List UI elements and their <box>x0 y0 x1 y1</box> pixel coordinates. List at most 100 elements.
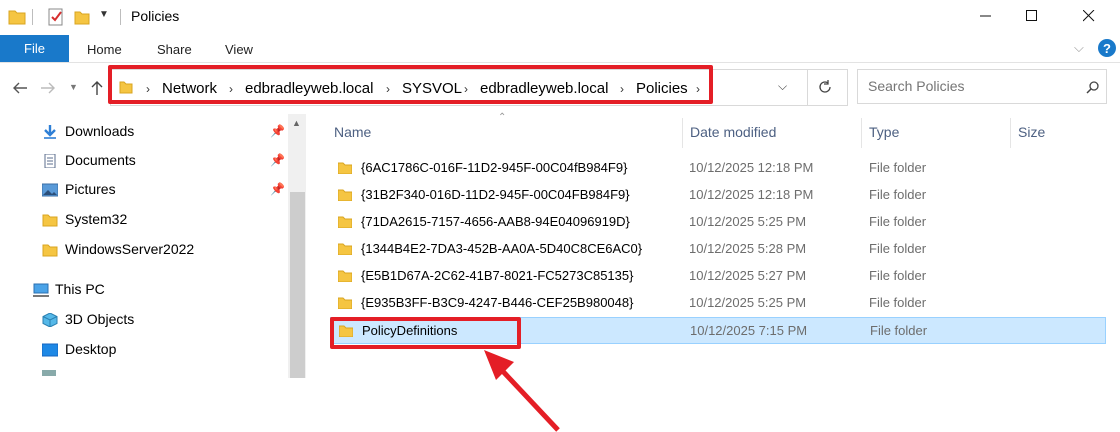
back-arrow-icon[interactable] <box>12 82 28 94</box>
sidebar-item-label: Pictures <box>65 181 116 197</box>
cube-icon <box>42 313 58 327</box>
file-type: File folder <box>869 160 927 175</box>
sidebar-scrollbar-thumb[interactable] <box>290 192 305 378</box>
table-row[interactable]: {6AC1786C-016F-11D2-945F-00C04fB984F9} 1… <box>330 155 1106 182</box>
ribbon: File Home Share View ⌵ ? <box>0 34 1120 63</box>
sidebar-item-desktop[interactable]: Desktop <box>0 336 286 364</box>
table-row[interactable]: {E5B1D67A-2C62-41B7-8021-FC5273C85135} 1… <box>330 263 1106 290</box>
file-type: File folder <box>870 323 928 338</box>
tab-view[interactable]: View <box>225 42 253 57</box>
pin-icon: 📌 <box>270 124 285 138</box>
sidebar-item-label: This PC <box>55 281 105 297</box>
pin-icon: 📌 <box>270 182 285 196</box>
folder-icon <box>338 270 352 282</box>
folder-icon <box>338 162 352 174</box>
folder-icon <box>338 189 352 201</box>
navigation-pane: Downloads 📌 Documents 📌 Pictures 📌 Syste… <box>0 114 306 432</box>
forward-arrow-icon[interactable] <box>40 82 56 94</box>
table-row[interactable]: {E935B3FF-B3C9-4247-B446-CEF25B980048} 1… <box>330 290 1106 317</box>
sidebar-item-windowsserver2022[interactable]: WindowsServer2022 <box>0 236 286 264</box>
sidebar-item-label: WindowsServer2022 <box>65 241 195 257</box>
sidebar-item-pictures[interactable]: Pictures 📌 <box>0 176 286 204</box>
sidebar-item-downloads[interactable]: Downloads 📌 <box>0 118 286 146</box>
sidebar-item-system32[interactable]: System32 <box>0 206 286 234</box>
search-icon <box>1086 81 1099 94</box>
folder-icon <box>42 244 58 257</box>
help-button[interactable]: ? <box>1098 39 1116 57</box>
table-row[interactable]: {71DA2615-7157-4656-AAB8-94E04096919D} 1… <box>330 209 1106 236</box>
tab-share[interactable]: Share <box>157 42 192 57</box>
navigation-bar: ▼ ⌵ › Network › edbradleyweb.local › SYS… <box>0 62 1120 114</box>
up-arrow-icon[interactable] <box>91 80 103 96</box>
file-type: File folder <box>869 241 927 256</box>
pictures-icon <box>42 183 58 197</box>
computer-icon <box>33 283 49 297</box>
sidebar-item-3d-objects[interactable]: 3D Objects <box>0 306 286 334</box>
minimize-button[interactable] <box>963 0 1009 32</box>
title-bar: ▼ Policies <box>0 0 1120 34</box>
quick-access-dropdown-icon[interactable]: ▼ <box>99 9 109 20</box>
file-name: {71DA2615-7157-4656-AAB8-94E04096919D} <box>361 214 630 229</box>
file-name: {6AC1786C-016F-11D2-945F-00C04fB984F9} <box>361 160 628 175</box>
file-name: {E935B3FF-B3C9-4247-B446-CEF25B980048} <box>361 295 634 310</box>
search-input[interactable] <box>866 77 1080 95</box>
close-icon <box>1083 10 1095 22</box>
address-highlight-box <box>108 65 713 104</box>
maximize-icon <box>1026 10 1037 21</box>
minimize-icon <box>980 15 991 17</box>
sidebar-item-label: 3D Objects <box>65 311 135 327</box>
help-icon: ? <box>1103 40 1111 56</box>
close-button[interactable] <box>1066 0 1112 32</box>
column-header-name[interactable]: Name <box>334 124 371 140</box>
file-date: 10/12/2025 5:28 PM <box>689 241 807 256</box>
scroll-up-icon[interactable]: ▲ <box>292 118 301 128</box>
address-dropdown-icon[interactable]: ⌵ <box>778 79 787 94</box>
sidebar-item-documents[interactable]: Documents 📌 <box>0 147 286 175</box>
column-header-type[interactable]: Type <box>869 124 899 140</box>
properties-icon[interactable] <box>48 8 64 26</box>
tab-file[interactable]: File <box>0 35 69 62</box>
file-list: ⌃ Name Date modified Type Size {6AC1786C… <box>310 112 1120 432</box>
sidebar-item-label: Documents <box>65 152 136 168</box>
sidebar-item-this-pc[interactable]: This PC <box>0 276 286 304</box>
table-row[interactable]: {1344B4E2-7DA3-452B-AA0A-5D40C8CE6AC0} 1… <box>330 236 1106 263</box>
file-date: 10/12/2025 12:18 PM <box>689 187 814 202</box>
column-header-size[interactable]: Size <box>1018 124 1045 140</box>
file-name: {E5B1D67A-2C62-41B7-8021-FC5273C85135} <box>361 268 634 283</box>
search-box[interactable] <box>857 69 1107 104</box>
maximize-button[interactable] <box>1009 0 1055 32</box>
file-type: File folder <box>869 187 927 202</box>
file-name: {31B2F340-016D-11D2-945F-00C04FB984F9} <box>361 187 630 202</box>
expand-ribbon-icon[interactable]: ⌵ <box>1074 40 1084 56</box>
partial-sidebar-item <box>42 370 142 376</box>
desktop-icon <box>42 343 58 357</box>
column-header-date[interactable]: Date modified <box>690 124 776 140</box>
file-date: 10/12/2025 12:18 PM <box>689 160 814 175</box>
tab-home[interactable]: Home <box>87 42 122 57</box>
refresh-icon[interactable] <box>817 79 833 95</box>
file-type: File folder <box>869 214 927 229</box>
download-arrow-icon <box>44 125 56 139</box>
recent-locations-icon[interactable]: ▼ <box>69 82 78 92</box>
table-row[interactable]: {31B2F340-016D-11D2-945F-00C04FB984F9} 1… <box>330 182 1106 209</box>
folder-icon <box>338 216 352 228</box>
file-date: 10/12/2025 7:15 PM <box>690 323 808 338</box>
sidebar-item-label: System32 <box>65 211 128 227</box>
file-name: {1344B4E2-7DA3-452B-AA0A-5D40C8CE6AC0} <box>361 241 643 256</box>
file-date: 10/12/2025 5:25 PM <box>689 295 807 310</box>
file-date: 10/12/2025 5:25 PM <box>689 214 807 229</box>
sidebar-item-label: Desktop <box>65 341 117 357</box>
window-title: Policies <box>131 8 180 24</box>
new-folder-icon[interactable] <box>74 8 90 26</box>
annotation-arrow-icon <box>484 350 560 432</box>
pin-icon: 📌 <box>270 153 285 167</box>
folder-icon <box>338 243 352 255</box>
folder-icon <box>338 297 352 309</box>
file-type: File folder <box>869 295 927 310</box>
sidebar-item-label: Downloads <box>65 123 135 139</box>
folder-icon <box>8 10 26 25</box>
file-date: 10/12/2025 5:27 PM <box>689 268 807 283</box>
documents-icon <box>44 154 56 168</box>
folder-icon <box>42 214 58 227</box>
sort-ascending-icon: ⌃ <box>498 112 507 123</box>
